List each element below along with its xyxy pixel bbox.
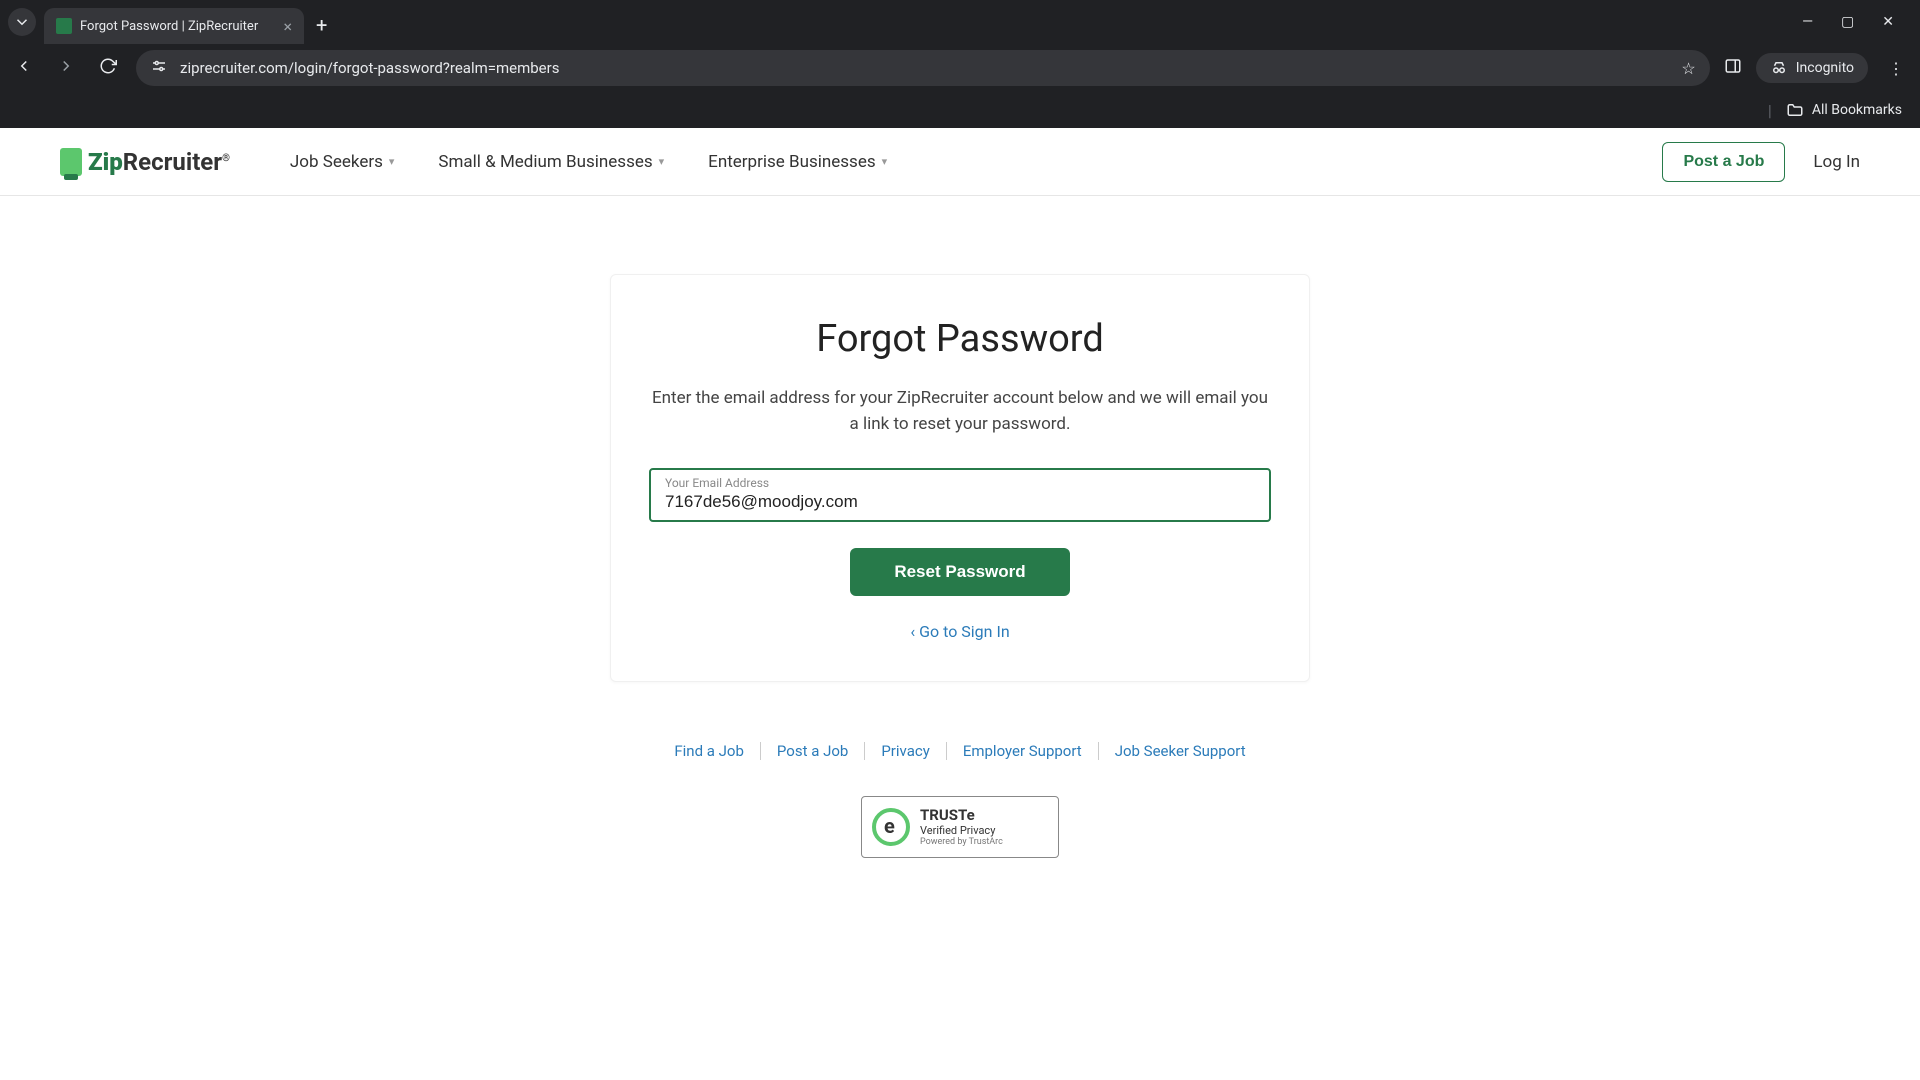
main-nav: Job Seekers ▾ Small & Medium Businesses … [290,152,887,172]
nav-enterprise[interactable]: Enterprise Businesses ▾ [708,152,887,172]
truste-line3: Powered by TrustArc [920,837,1003,848]
tab-title: Forgot Password | ZipRecruiter [80,19,275,34]
browser-menu-button[interactable]: ⋮ [1882,59,1910,78]
nav-label: Small & Medium Businesses [438,152,652,172]
logo-text: ZipRecruiter® [88,148,230,176]
chevron-down-icon: ▾ [389,155,395,168]
email-label: Your Email Address [665,476,1255,490]
footer-link-employer-support[interactable]: Employer Support [947,742,1099,760]
instruction-text: Enter the email address for your ZipRecr… [649,385,1271,438]
minimize-button[interactable]: ― [1802,14,1813,30]
close-window-button[interactable]: ✕ [1882,14,1894,30]
browser-tab[interactable]: Forgot Password | ZipRecruiter × [44,8,304,44]
tab-bar: Forgot Password | ZipRecruiter × + ― ▢ ✕ [0,0,1920,44]
page-title: Forgot Password [649,317,1271,361]
footer-link-find-job[interactable]: Find a Job [658,742,761,760]
header-right: Post a Job Log In [1662,142,1860,182]
nav-label: Job Seekers [290,152,383,172]
window-controls: ― ▢ ✕ [1802,14,1912,30]
page-content: ZipRecruiter® Job Seekers ▾ Small & Medi… [0,128,1920,1080]
site-header: ZipRecruiter® Job Seekers ▾ Small & Medi… [0,128,1920,196]
chevron-down-icon [13,13,31,31]
truste-seal-icon [872,808,910,846]
truste-badge[interactable]: TRUSTe Verified Privacy Powered by Trust… [861,796,1059,858]
reload-icon [99,57,117,75]
maximize-button[interactable]: ▢ [1841,14,1854,30]
ziprecruiter-logo[interactable]: ZipRecruiter® [60,148,230,176]
all-bookmarks-button[interactable]: All Bookmarks [1786,101,1902,119]
incognito-label: Incognito [1796,60,1854,76]
folder-icon [1786,101,1804,119]
bookmarks-bar: | All Bookmarks [0,92,1920,128]
reset-password-button[interactable]: Reset Password [850,548,1069,596]
site-info-icon[interactable] [150,57,168,79]
all-bookmarks-label: All Bookmarks [1812,102,1902,118]
forward-button[interactable] [52,57,80,79]
footer-link-seeker-support[interactable]: Job Seeker Support [1099,742,1262,760]
side-panel-icon[interactable] [1724,57,1742,79]
arrow-right-icon [57,57,75,75]
new-tab-button[interactable]: + [316,13,327,37]
incognito-icon [1770,59,1788,77]
truste-line2: Verified Privacy [920,824,1003,837]
truste-text: TRUSTe Verified Privacy Powered by Trust… [920,806,1003,848]
back-button[interactable] [10,57,38,79]
email-input[interactable] [665,490,1255,512]
footer-link-post-job[interactable]: Post a Job [761,742,865,760]
bookmark-star-icon[interactable]: ☆ [1681,59,1695,78]
footer-links: Find a Job Post a Job Privacy Employer S… [658,742,1261,760]
chevron-down-icon: ▾ [882,155,888,168]
post-a-job-button[interactable]: Post a Job [1662,142,1785,182]
nav-job-seekers[interactable]: Job Seekers ▾ [290,152,395,172]
reload-button[interactable] [94,57,122,79]
address-bar[interactable]: ziprecruiter.com/login/forgot-password?r… [136,50,1710,86]
incognito-badge[interactable]: Incognito [1756,53,1868,83]
address-bar-row: ziprecruiter.com/login/forgot-password?r… [0,44,1920,92]
email-field-wrapper[interactable]: Your Email Address [649,468,1271,522]
nav-smb[interactable]: Small & Medium Businesses ▾ [438,152,664,172]
favicon-icon [56,18,72,34]
forgot-password-card: Forgot Password Enter the email address … [610,274,1310,682]
divider: | [1768,101,1772,120]
tab-search-dropdown[interactable] [8,8,36,36]
url-text: ziprecruiter.com/login/forgot-password?r… [180,59,1669,77]
arrow-left-icon [15,57,33,75]
close-tab-icon[interactable]: × [283,17,292,36]
nav-label: Enterprise Businesses [708,152,875,172]
footer-link-privacy[interactable]: Privacy [865,742,946,760]
chevron-down-icon: ▾ [659,155,665,168]
logo-mark-icon [60,148,82,176]
tune-icon [150,57,168,75]
go-to-signin-link[interactable]: ‹ Go to Sign In [649,622,1271,641]
truste-line1: TRUSTe [920,806,1003,824]
log-in-link[interactable]: Log In [1813,152,1860,172]
panel-icon [1724,57,1742,75]
main-content: Forgot Password Enter the email address … [0,196,1920,858]
browser-chrome: Forgot Password | ZipRecruiter × + ― ▢ ✕… [0,0,1920,128]
